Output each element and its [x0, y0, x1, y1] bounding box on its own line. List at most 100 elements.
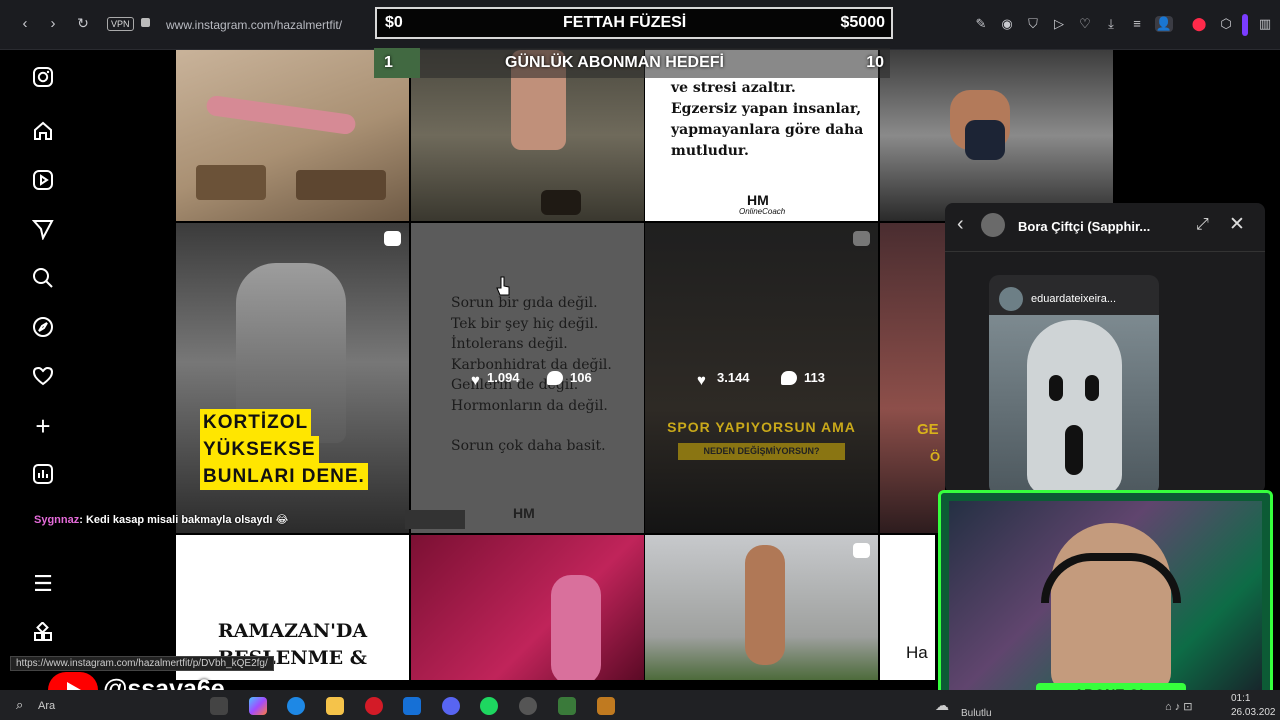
post-mirror-selfie[interactable] — [411, 535, 644, 680]
hover-comments: 106 — [570, 370, 592, 385]
apps-icon[interactable] — [31, 621, 55, 646]
home-icon[interactable] — [31, 120, 55, 144]
streamer — [1051, 523, 1171, 693]
opera-icon[interactable]: ⬤ — [1190, 16, 1208, 32]
create-icon[interactable]: + — [31, 413, 55, 439]
sub-current: 1 — [384, 54, 393, 71]
hm-logo: HM — [747, 192, 769, 208]
avatar — [981, 213, 1005, 237]
instagram-sidebar: + ☰ — [0, 50, 85, 690]
spor-sub: NEDEN DEĞİŞMİYORSUN? — [678, 443, 845, 460]
chat-box — [405, 510, 465, 529]
opera-taskbar-icon[interactable] — [365, 697, 383, 715]
post-partial[interactable]: GE Ö — [880, 223, 945, 533]
address-bar[interactable]: www.instagram.com/hazalmertfit/ — [166, 18, 342, 32]
taskbar-search-icon[interactable]: ⌕ — [16, 697, 23, 713]
heart-icon[interactable]: ♡ — [1076, 16, 1094, 32]
shared-username: eduardateixeira... — [1031, 293, 1116, 305]
clock-time: 01:1 — [1231, 693, 1251, 704]
dm-contact-name[interactable]: Bora Çiftçi (Sapphir... — [1018, 219, 1150, 234]
edge-icon[interactable] — [287, 697, 305, 715]
spor-comments: 113 — [804, 370, 825, 385]
post-gym-climb[interactable] — [880, 50, 1113, 221]
comment-icon-2 — [781, 371, 797, 385]
box-icon[interactable]: ⬡ — [1217, 16, 1235, 32]
post-kortizol[interactable]: KORTİZOL YÜKSEKSE BUNLARI DENE. — [176, 223, 409, 533]
reel-badge-icon — [384, 231, 401, 246]
expand-icon[interactable]: ⤢ — [1196, 216, 1209, 234]
extensions-icon[interactable]: ▥ — [1256, 16, 1274, 32]
mail-icon[interactable] — [403, 697, 421, 715]
chat-user: Sygnnaz — [34, 514, 80, 526]
hm-logo-sub: OnlineCoach — [739, 207, 786, 216]
reel-badge-icon-2 — [853, 231, 870, 246]
donation-goal-bar: $0 FETTAH FÜZESİ $5000 — [375, 7, 893, 39]
shared-post[interactable]: eduardateixeira... — [989, 275, 1159, 493]
edit-icon[interactable]: ✎ — [972, 16, 990, 32]
vpn-badge[interactable]: VPN — [107, 17, 134, 31]
spotify-icon[interactable] — [480, 697, 498, 715]
explore-icon[interactable] — [31, 316, 55, 340]
obs-icon[interactable] — [519, 697, 537, 715]
dm-back-icon[interactable]: ‹ — [957, 213, 964, 236]
play-icon[interactable]: ▷ — [1050, 16, 1068, 32]
dashboard-icon[interactable] — [31, 463, 55, 487]
weather-label: Bulutlu — [961, 708, 992, 719]
sub-goal-bar: 1 GÜNLÜK ABONMAN HEDEFİ 10 — [374, 48, 890, 78]
donation-title: FETTAH FÜZESİ — [563, 14, 687, 31]
tray-icons[interactable]: ⌂ ♪ ⊡ — [1165, 700, 1192, 713]
app-icon[interactable] — [558, 697, 576, 715]
reel-badge-icon-3 — [853, 543, 870, 558]
hand-cursor-icon — [496, 276, 510, 296]
instagram-logo-icon[interactable] — [31, 66, 55, 90]
donation-current: $0 — [385, 14, 403, 31]
messages-icon[interactable] — [31, 218, 55, 242]
explorer-icon[interactable] — [326, 697, 344, 715]
chat-message: Sygnnaz: Kedi kasap misali bakmayla olsa… — [34, 513, 288, 526]
quote-text: ve stresi azaltır. Egzersiz yapan insanl… — [671, 80, 864, 159]
like-icon-2: ♥ — [697, 372, 706, 389]
dm-popup: ‹ Bora Çiftçi (Sapphir... ⤢ ✕ eduardatei… — [945, 203, 1265, 493]
profile-icon[interactable]: 👤 — [1155, 16, 1173, 32]
like-icon: ♥ — [471, 372, 480, 389]
back-icon[interactable]: ‹ — [15, 15, 35, 32]
menu-icon[interactable]: ≡ — [1128, 16, 1146, 31]
download-icon[interactable]: ⤓ — [1102, 16, 1120, 32]
link-status: https://www.instagram.com/hazalmertfit/p… — [10, 656, 274, 671]
discord-icon[interactable] — [442, 697, 460, 715]
more-menu-icon[interactable]: ☰ — [31, 572, 55, 596]
post-spor[interactable]: SPOR YAPIYORSUN AMA NEDEN DEĞİŞMİYORSUN? — [645, 223, 878, 533]
reload-icon[interactable]: ↻ — [73, 15, 93, 32]
search-icon[interactable] — [31, 267, 55, 291]
taskbar — [0, 690, 1280, 720]
kortizol-text: KORTİZOL YÜKSEKSE BUNLARI DENE. — [200, 409, 368, 490]
forward-icon[interactable]: › — [43, 15, 63, 32]
weather-icon: ☁ — [935, 697, 949, 713]
sidebar-accent — [1242, 14, 1248, 36]
post-outdoor-dumbbell[interactable] — [645, 535, 878, 680]
notifications-icon[interactable] — [31, 365, 55, 389]
hover-likes: 1.094 — [487, 370, 520, 385]
shared-avatar — [999, 287, 1023, 311]
clock-date: 26.03.202 — [1231, 707, 1276, 718]
shield-icon[interactable]: ⛉ — [1024, 16, 1042, 32]
camera-icon[interactable]: ◉ — [998, 16, 1016, 32]
post-partial-white[interactable]: Ha — [880, 535, 935, 680]
close-icon[interactable]: ✕ — [1229, 213, 1245, 236]
lock-icon — [141, 18, 150, 27]
app-icon-2[interactable] — [597, 697, 615, 715]
reels-icon[interactable] — [31, 169, 55, 193]
spor-title: SPOR YAPIYORSUN AMA — [667, 419, 856, 435]
taskbar-search[interactable]: Ara — [38, 700, 55, 712]
divider — [945, 251, 1265, 252]
partial-title-2: Ö — [930, 449, 941, 464]
spor-likes: 3.144 — [717, 370, 750, 385]
copilot-icon[interactable] — [249, 697, 267, 715]
webcam-overlay: ABONE OL — [938, 490, 1273, 710]
post-sorun-hovered[interactable]: Sorun bir gıda değil. Tek bir şey hiç de… — [411, 223, 644, 533]
partial-title: GE — [917, 421, 939, 438]
chat-text: : Kedi kasap misali bakmayla olsaydı 😂 — [79, 514, 289, 526]
taskview-icon[interactable] — [210, 697, 228, 715]
screen: ‹ › ↻ VPN www.instagram.com/hazalmertfit… — [0, 0, 1280, 720]
sub-goal: 10 — [866, 54, 884, 71]
